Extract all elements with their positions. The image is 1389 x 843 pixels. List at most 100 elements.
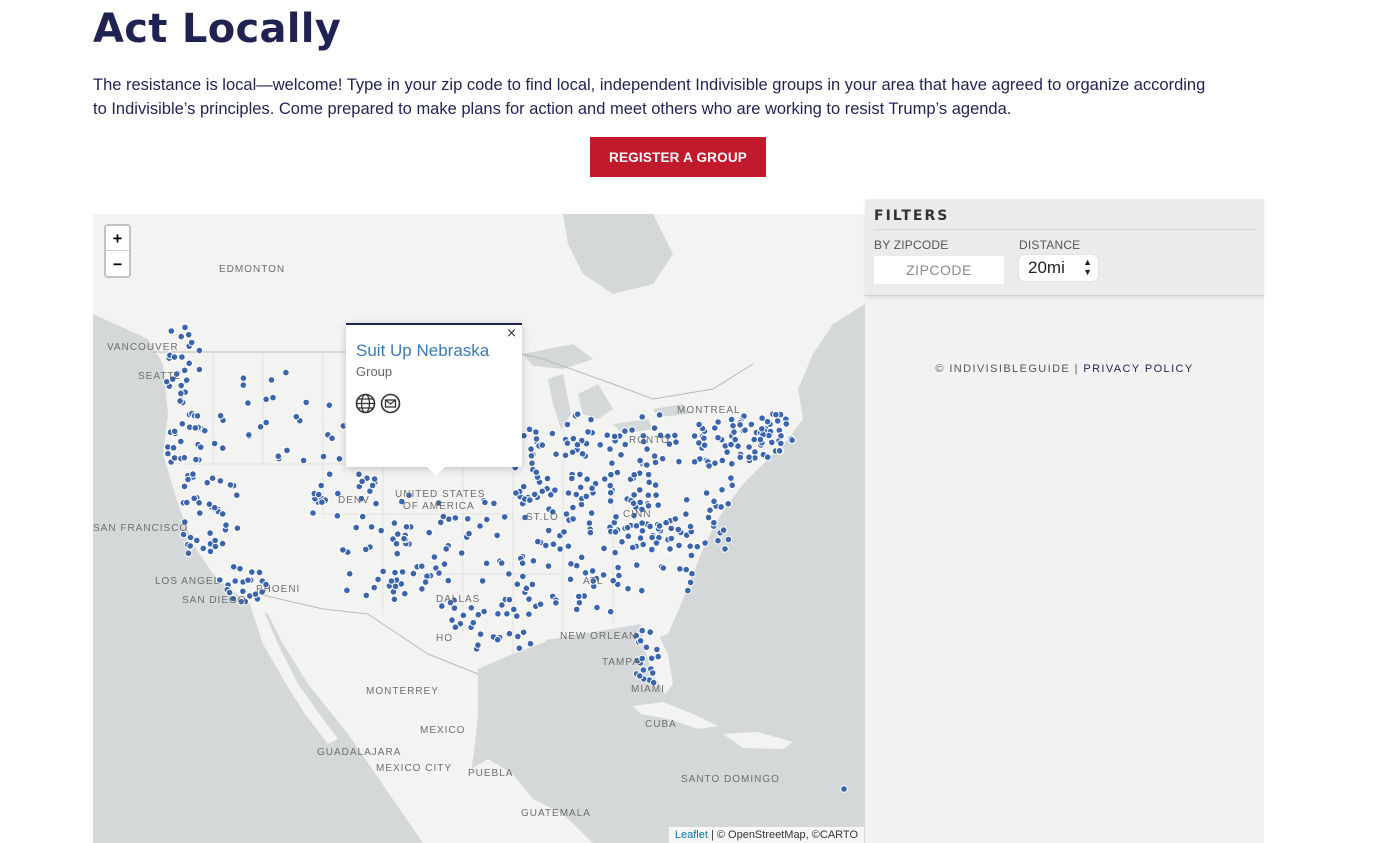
- group-marker[interactable]: [675, 457, 683, 466]
- group-marker[interactable]: [282, 368, 290, 377]
- group-marker[interactable]: [727, 474, 735, 482]
- group-marker[interactable]: [218, 539, 227, 548]
- group-marker[interactable]: [314, 490, 323, 499]
- group-marker[interactable]: [525, 610, 533, 619]
- group-marker[interactable]: [586, 528, 595, 537]
- group-marker[interactable]: [302, 398, 310, 407]
- group-marker[interactable]: [658, 454, 667, 463]
- group-marker[interactable]: [686, 522, 695, 531]
- group-marker[interactable]: [564, 542, 573, 551]
- group-marker[interactable]: [628, 426, 636, 434]
- group-marker[interactable]: [587, 509, 596, 517]
- group-marker[interactable]: [525, 595, 533, 603]
- group-marker[interactable]: [448, 616, 456, 624]
- group-marker[interactable]: [671, 515, 680, 523]
- group-marker[interactable]: [611, 528, 620, 536]
- group-marker[interactable]: [538, 441, 547, 449]
- group-marker[interactable]: [564, 489, 573, 497]
- group-marker[interactable]: [606, 488, 615, 497]
- group-marker[interactable]: [705, 462, 713, 470]
- group-marker[interactable]: [248, 568, 256, 576]
- group-marker[interactable]: [169, 444, 178, 452]
- group-marker[interactable]: [600, 544, 608, 553]
- group-marker[interactable]: [717, 503, 725, 511]
- privacy-policy-link[interactable]: PRIVACY POLICY: [1083, 363, 1193, 375]
- group-marker[interactable]: [612, 513, 620, 521]
- group-marker[interactable]: [734, 442, 742, 450]
- zipcode-input[interactable]: [874, 256, 1004, 284]
- group-marker[interactable]: [233, 524, 242, 533]
- group-marker[interactable]: [600, 475, 609, 483]
- group-marker[interactable]: [687, 551, 696, 560]
- group-marker[interactable]: [621, 427, 629, 435]
- group-marker[interactable]: [621, 440, 630, 449]
- group-marker[interactable]: [398, 568, 407, 576]
- group-marker[interactable]: [210, 439, 219, 448]
- group-marker[interactable]: [505, 629, 514, 638]
- group-marker[interactable]: [494, 610, 502, 618]
- group-marker[interactable]: [231, 577, 239, 585]
- group-marker[interactable]: [667, 524, 676, 533]
- group-marker[interactable]: [216, 477, 225, 485]
- group-marker[interactable]: [505, 570, 513, 578]
- group-marker[interactable]: [374, 575, 382, 584]
- group-marker[interactable]: [527, 445, 535, 453]
- group-marker[interactable]: [646, 522, 654, 531]
- group-marker[interactable]: [525, 425, 534, 434]
- group-marker[interactable]: [777, 432, 785, 440]
- group-marker[interactable]: [222, 521, 230, 529]
- group-marker[interactable]: [587, 415, 595, 424]
- group-marker[interactable]: [695, 420, 703, 429]
- group-marker[interactable]: [201, 426, 209, 435]
- group-marker[interactable]: [542, 541, 550, 550]
- group-marker[interactable]: [325, 470, 334, 479]
- group-marker[interactable]: [226, 481, 235, 489]
- leaflet-link[interactable]: Leaflet: [675, 829, 708, 841]
- group-marker[interactable]: [181, 323, 189, 332]
- group-marker[interactable]: [552, 599, 560, 607]
- group-marker[interactable]: [618, 538, 626, 546]
- group-marker[interactable]: [210, 503, 219, 512]
- group-marker[interactable]: [519, 482, 528, 491]
- group-marker[interactable]: [573, 440, 582, 449]
- group-marker[interactable]: [393, 549, 402, 558]
- group-marker[interactable]: [387, 577, 396, 585]
- group-marker[interactable]: [642, 643, 651, 652]
- group-marker[interactable]: [575, 592, 583, 601]
- group-marker[interactable]: [588, 484, 596, 493]
- group-marker[interactable]: [510, 605, 518, 614]
- group-marker[interactable]: [193, 536, 201, 545]
- group-marker[interactable]: [490, 499, 498, 508]
- group-marker[interactable]: [345, 570, 354, 578]
- group-marker[interactable]: [652, 539, 661, 547]
- group-marker[interactable]: [178, 420, 187, 428]
- group-marker[interactable]: [736, 453, 745, 462]
- popup-group-title[interactable]: Suit Up Nebraska: [356, 341, 489, 361]
- group-marker[interactable]: [563, 439, 572, 447]
- group-marker[interactable]: [528, 459, 536, 467]
- group-marker[interactable]: [435, 569, 443, 577]
- group-marker[interactable]: [701, 539, 709, 547]
- group-marker[interactable]: [638, 586, 646, 595]
- group-marker[interactable]: [184, 330, 193, 339]
- group-marker[interactable]: [606, 481, 615, 490]
- group-marker[interactable]: [549, 540, 558, 549]
- group-marker[interactable]: [355, 470, 363, 479]
- group-marker[interactable]: [269, 393, 277, 402]
- group-marker[interactable]: [702, 489, 711, 497]
- group-marker[interactable]: [714, 536, 722, 545]
- group-marker[interactable]: [718, 456, 727, 465]
- group-marker[interactable]: [199, 544, 208, 553]
- group-marker[interactable]: [562, 510, 571, 518]
- group-marker[interactable]: [606, 607, 615, 616]
- group-marker[interactable]: [662, 518, 670, 527]
- group-marker[interactable]: [451, 623, 460, 632]
- group-marker[interactable]: [672, 438, 680, 446]
- group-marker[interactable]: [638, 413, 647, 421]
- group-marker[interactable]: [229, 563, 238, 571]
- group-marker[interactable]: [573, 410, 582, 418]
- group-marker[interactable]: [647, 654, 656, 663]
- group-marker[interactable]: [402, 523, 411, 531]
- group-marker[interactable]: [730, 428, 738, 436]
- group-marker[interactable]: [339, 546, 347, 554]
